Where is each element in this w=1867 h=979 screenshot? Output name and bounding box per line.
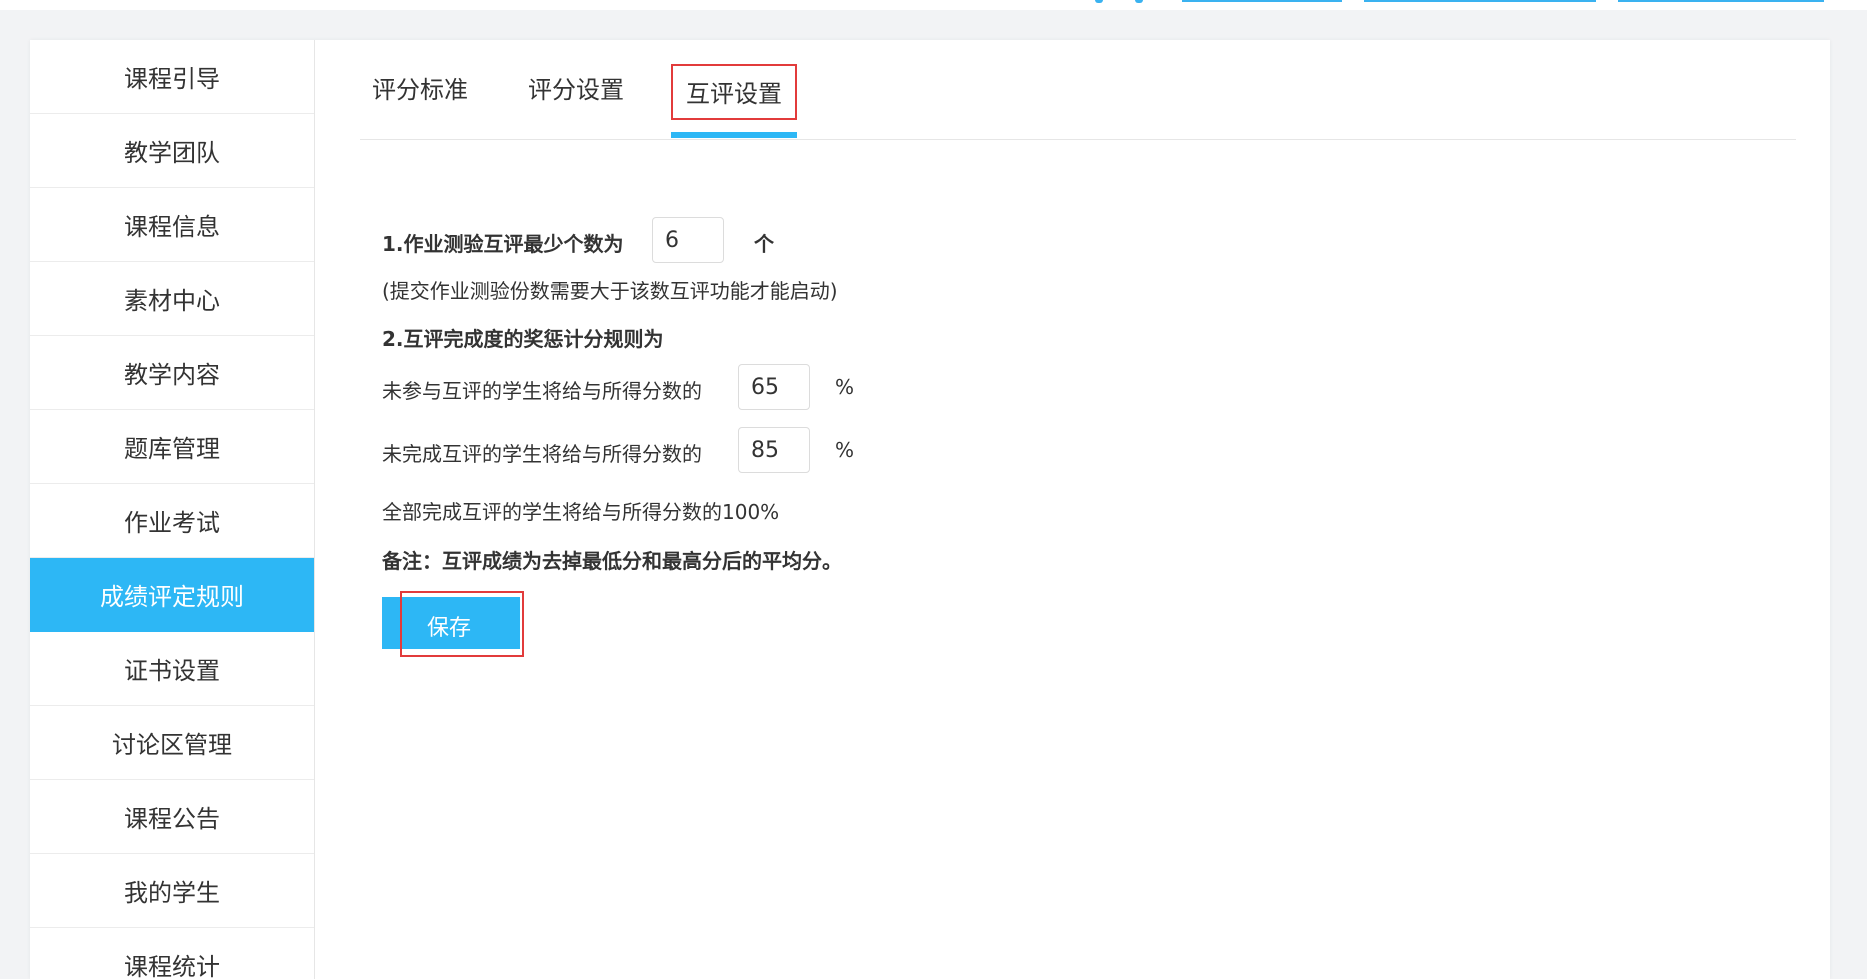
tab-scoring-standard[interactable]: 评分标准 [372,70,468,110]
sidebar: 课程引导 教学团队 课程信息 素材中心 教学内容 题库管理 作业考试 成绩评定规… [30,40,315,979]
sidebar-item-course-info[interactable]: 课程信息 [30,188,314,262]
rule1-unit: 个 [754,232,774,256]
top-bar-link[interactable] [1618,0,1824,2]
sidebar-item-course-stats[interactable]: 课程统计 [30,928,314,979]
tab-peer-review-settings[interactable]: 互评设置 [671,64,797,120]
not-completed-percent-input[interactable] [738,427,810,473]
all-completed-text: 全部完成互评的学生将给与所得分数的100% [382,500,780,524]
top-bar-link[interactable] [1364,0,1596,2]
tab-scoring-settings[interactable]: 评分设置 [528,70,624,110]
main-content: 评分标准 评分设置 互评设置 1.作业测验互评最少个数为 个 (提交作业测验份数… [314,40,1830,979]
peer-review-note: 备注：互评成绩为去掉最低分和最高分后的平均分。 [382,549,842,573]
not-completed-percent-unit: % [835,438,855,462]
min-peer-review-count-input[interactable] [652,217,724,263]
course-settings-panel: 课程引导 教学团队 课程信息 素材中心 教学内容 题库管理 作业考试 成绩评定规… [30,40,1830,979]
top-bar [0,0,1867,10]
save-area: 保存 [382,591,524,657]
top-bar-icon[interactable] [1135,0,1143,3]
not-participated-label: 未参与互评的学生将给与所得分数的 [382,379,702,403]
sidebar-item-teaching-team[interactable]: 教学团队 [30,114,314,188]
tab-bar: 评分标准 评分设置 互评设置 [360,40,1796,140]
sidebar-item-question-bank[interactable]: 题库管理 [30,410,314,484]
sidebar-item-course-guide[interactable]: 课程引导 [30,40,314,114]
sidebar-item-grading-rules[interactable]: 成绩评定规则 [30,558,314,632]
rule1-hint: (提交作业测验份数需要大于该数互评功能才能启动) [382,279,838,303]
sidebar-item-teaching-content[interactable]: 教学内容 [30,336,314,410]
rule2-title: 2.互评完成度的奖惩计分规则为 [382,327,664,351]
top-bar-icon[interactable] [1095,0,1103,3]
sidebar-item-discussion[interactable]: 讨论区管理 [30,706,314,780]
not-participated-percent-input[interactable] [738,364,810,410]
sidebar-item-certificate[interactable]: 证书设置 [30,632,314,706]
not-participated-percent-unit: % [835,375,855,399]
active-tab-indicator [671,132,797,138]
save-button[interactable]: 保存 [382,597,520,649]
sidebar-item-homework-exam[interactable]: 作业考试 [30,484,314,558]
not-completed-label: 未完成互评的学生将给与所得分数的 [382,442,702,466]
top-bar-link[interactable] [1182,0,1342,2]
sidebar-item-material-center[interactable]: 素材中心 [30,262,314,336]
rule1-label: 1.作业测验互评最少个数为 [382,232,624,256]
sidebar-item-my-students[interactable]: 我的学生 [30,854,314,928]
sidebar-item-announcements[interactable]: 课程公告 [30,780,314,854]
